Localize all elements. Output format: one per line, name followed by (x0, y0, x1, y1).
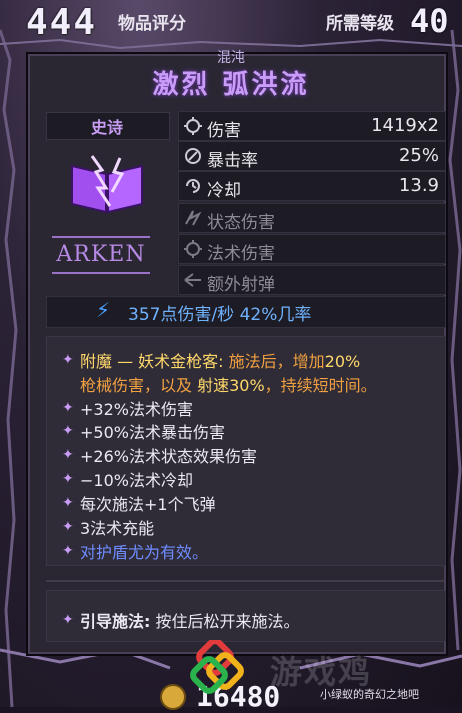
stat-row-crit: 暴击率 25% (178, 141, 446, 171)
stat-value: 1419x2 (371, 115, 439, 136)
bullet-icon: ✦ (62, 519, 74, 535)
stat-label: 法术伤害 (207, 244, 275, 264)
stat-value: 25% (398, 145, 439, 166)
effect-line: +50%法术暴击伤害 (80, 423, 225, 442)
stat-label: 暴击率 (207, 151, 258, 171)
item-rarity: 史诗 (90, 118, 123, 137)
required-level: 40 (410, 2, 449, 40)
stat-label: 伤害 (207, 121, 241, 141)
brand-top-rule (52, 236, 150, 238)
stat-label: 状态伤害 (207, 213, 275, 233)
item-score: 444 (26, 2, 98, 43)
status-damage-icon (185, 210, 202, 226)
stat-row-status-damage: 状态伤害 (178, 203, 446, 233)
bullet-icon: ✦ (62, 400, 74, 416)
bullet-icon: ✦ (62, 352, 74, 368)
enchant-line-1: 附魔 — 妖术金枪客: 施法后，增加20% (80, 352, 361, 371)
effect-line: +32%法术伤害 (80, 400, 193, 419)
bullet-icon: ✦ (62, 543, 74, 559)
effect-line: +26%法术状态效果伤害 (80, 447, 257, 466)
enchant-line-2: 枪械伤害，以及 射速30%，持续短时间。 (80, 376, 377, 395)
bullet-icon: ✦ (62, 423, 74, 439)
effect-line: −10%法术冷却 (80, 471, 193, 490)
item-score-label: 物品评分 (118, 14, 186, 34)
watermark-logo-icon (190, 640, 244, 694)
effect-line: 3法术充能 (80, 519, 155, 538)
brand-bottom-rule (52, 272, 150, 274)
divider (46, 580, 444, 582)
stat-row-cooldown: 冷却 13.9 (178, 171, 446, 201)
bullet-icon: ✦ (62, 612, 74, 628)
spell-damage-icon (184, 240, 202, 258)
channel-line: 引导施法: 按住后松开来施法。 (80, 612, 300, 631)
coin-icon (160, 684, 186, 710)
stat-label: 冷却 (207, 181, 241, 201)
shield-note: 对护盾尤为有效。 (80, 543, 209, 562)
item-name: 激烈 弧洪流 (152, 70, 310, 100)
stat-value: 13.9 (398, 175, 439, 196)
required-level-label: 所需等级 (326, 14, 394, 34)
stat-row-damage: 伤害 1419x2 (178, 111, 446, 141)
spellbook-icon (71, 155, 143, 214)
watermark-credit: 小绿蚁的奇幻之地吧 (320, 688, 419, 701)
manufacturer-logo-text: ARKEN (56, 242, 146, 267)
stat-row-spell-damage: 法术伤害 (178, 234, 446, 264)
effect-line: 每次施法+1个飞弹 (80, 495, 216, 514)
bullet-icon: ✦ (62, 447, 74, 463)
cooldown-icon (186, 179, 200, 193)
crit-icon (185, 148, 201, 164)
bullet-icon: ✦ (62, 471, 74, 487)
lightning-icon: ⚡ (96, 298, 111, 322)
bullet-icon: ✦ (62, 495, 74, 511)
stat-row-extra-projectile: 额外射弹 (178, 265, 446, 295)
stat-label: 额外射弹 (207, 275, 275, 295)
dps-text: 357点伤害/秒 42%几率 (128, 305, 312, 325)
damage-icon (184, 117, 202, 135)
extra-projectile-icon (184, 273, 201, 287)
